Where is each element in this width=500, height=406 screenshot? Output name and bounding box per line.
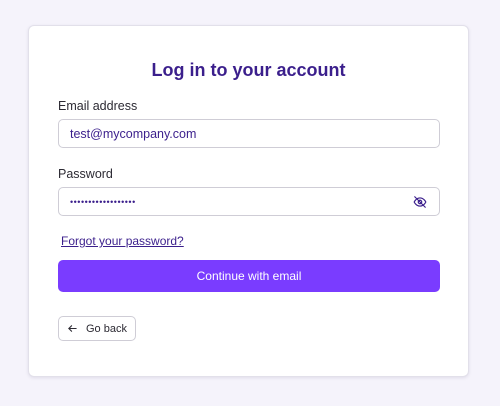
eye-slash-icon[interactable] (412, 194, 428, 210)
page-title: Log in to your account (151, 60, 346, 80)
email-field[interactable] (70, 120, 428, 147)
continue-with-email-button[interactable]: Continue with email (58, 260, 440, 292)
login-card: Log in to your account Email address Pas… (28, 25, 469, 377)
password-label: Password (58, 167, 113, 181)
email-label: Email address (58, 99, 138, 113)
go-back-button[interactable]: Go back (58, 316, 136, 341)
email-field-container (58, 119, 440, 148)
forgot-password-link[interactable]: Forgot your password? (61, 234, 184, 248)
arrow-left-icon (67, 323, 78, 334)
password-field[interactable] (70, 188, 412, 215)
password-field-container (58, 187, 440, 216)
go-back-label: Go back (86, 322, 127, 335)
